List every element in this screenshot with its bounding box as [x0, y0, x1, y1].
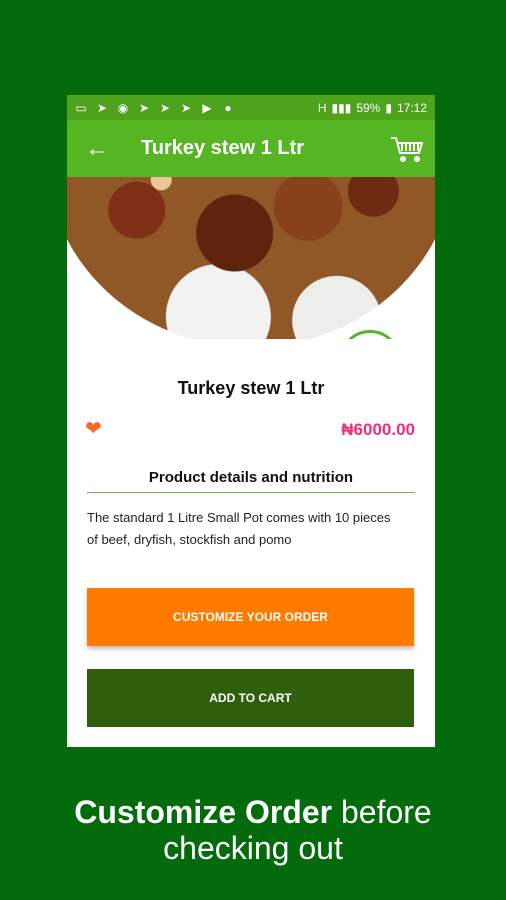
send-icon-2: ➤	[138, 100, 150, 115]
status-indicators: H ▮▮▮ 59% ▮ 17:12	[318, 101, 427, 115]
status-time: 17:12	[396, 100, 427, 115]
send-icon: ➤	[96, 100, 108, 115]
caption-line-1: Customize Order before	[0, 794, 506, 830]
send-icon-3: ➤	[159, 100, 171, 115]
browser-icon: ◉	[117, 100, 129, 115]
food-image	[67, 177, 435, 339]
heart-icon[interactable]: ❤	[85, 416, 102, 441]
page-title: Turkey stew 1 Ltr	[141, 137, 305, 159]
caption-regular-text: before	[332, 794, 432, 830]
partner-badge-icon	[339, 330, 401, 339]
back-arrow-icon[interactable]: ←	[81, 133, 113, 165]
bulb-icon: ●	[224, 100, 232, 115]
signal-icon: ▮▮▮	[331, 100, 352, 115]
status-bar: ▭ ➤ ◉ ➤ ➤ ➤ ▶ ● H ▮▮▮ 59% ▮ 17:12	[67, 95, 435, 120]
network-type: H	[317, 100, 327, 115]
app-bar: ← Turkey stew 1 Ltr	[67, 120, 435, 177]
battery-level: 59%	[356, 100, 381, 115]
status-notifications: ▭ ➤ ◉ ➤ ➤ ➤ ▶ ●	[75, 100, 234, 115]
send-icon-4: ➤	[180, 100, 192, 115]
details-heading: Product details and nutrition	[87, 469, 415, 493]
customize-order-button[interactable]: CUSTOMIZE YOUR ORDER	[87, 588, 414, 646]
product-description: The standard 1 Litre Small Pot comes wit…	[87, 510, 391, 547]
battery-icon: ▮	[385, 100, 392, 115]
product-price: ₦6000.00	[341, 420, 415, 439]
product-image	[67, 177, 435, 339]
caption-line-2: checking out	[163, 830, 343, 866]
shopping-cart-icon[interactable]	[385, 129, 429, 169]
product-title: Turkey stew 1 Ltr	[177, 378, 325, 398]
add-to-cart-button[interactable]: ADD TO CART	[87, 669, 414, 727]
youtube-icon: ▶	[202, 100, 212, 115]
phone-screen: ▭ ➤ ◉ ➤ ➤ ➤ ▶ ● H ▮▮▮ 59% ▮ 17:12 ← Turk…	[67, 95, 435, 747]
message-icon: ▭	[75, 100, 87, 115]
caption-bold-text: Customize Order	[74, 794, 333, 830]
promo-caption: Customize Order before checking out	[0, 794, 506, 866]
